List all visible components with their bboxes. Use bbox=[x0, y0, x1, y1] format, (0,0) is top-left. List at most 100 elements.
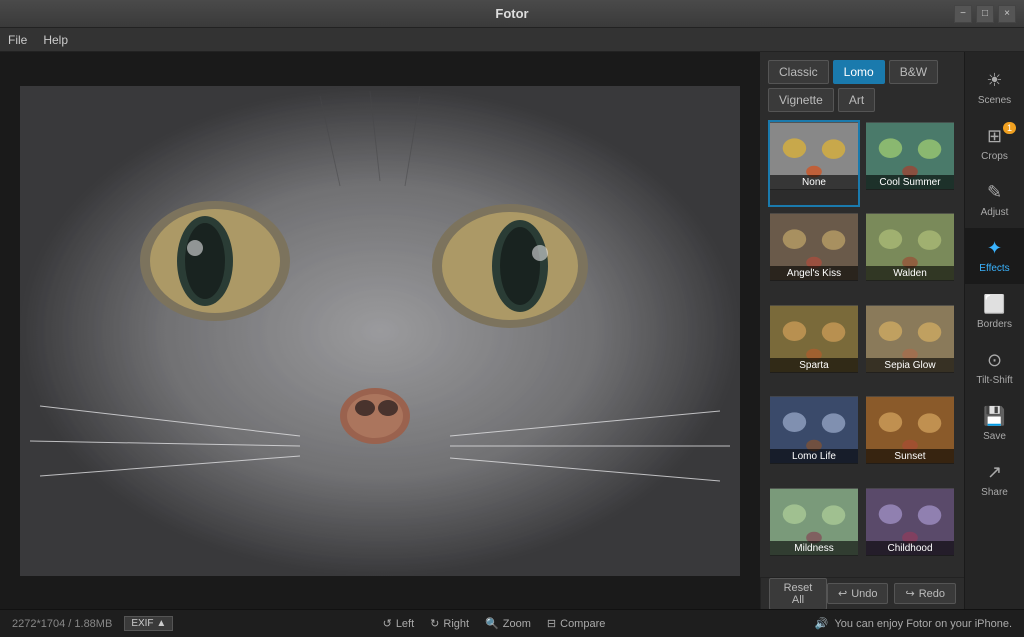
reset-all-button[interactable]: Reset All bbox=[769, 578, 827, 610]
tab-bw[interactable]: B&W bbox=[889, 60, 938, 84]
compare-button[interactable]: ⊟ Compare bbox=[547, 617, 605, 630]
filter-label-mildness: Mildness bbox=[770, 541, 858, 556]
filter-tab-row2: Vignette Art bbox=[760, 88, 964, 116]
compare-icon: ⊟ bbox=[547, 617, 556, 630]
menu-file[interactable]: File bbox=[8, 33, 27, 47]
status-bar: 2272*1704 / 1.88MB EXIF ▲ ↺ Left ↻ Right… bbox=[0, 609, 1024, 637]
effects-label: Effects bbox=[979, 263, 1009, 274]
tab-lomo[interactable]: Lomo bbox=[833, 60, 885, 84]
restore-button[interactable]: □ bbox=[976, 5, 994, 23]
redo-icon: ↪ bbox=[905, 587, 914, 600]
effects-icon: ✦ bbox=[987, 238, 1002, 259]
status-left: 2272*1704 / 1.88MB EXIF ▲ bbox=[12, 616, 173, 631]
filter-thumb-childhood: Childhood bbox=[866, 488, 954, 556]
filter-mildness[interactable]: Mildness bbox=[768, 486, 860, 573]
toolbar-save[interactable]: 💾 Save bbox=[965, 396, 1024, 452]
filter-thumb-sepia: Sepia Glow bbox=[866, 305, 954, 373]
scenes-icon: ☀ bbox=[986, 70, 1002, 91]
title-controls: − □ × bbox=[954, 5, 1016, 23]
toolbar-tilt-shift[interactable]: ⊙ Tilt-Shift bbox=[965, 340, 1024, 396]
status-controls: ↺ Left ↻ Right 🔍 Zoom ⊟ Compare bbox=[383, 617, 606, 630]
filter-cool-summer[interactable]: Cool Summer bbox=[864, 120, 956, 207]
filter-label-sparta: Sparta bbox=[770, 358, 858, 373]
left-content bbox=[0, 52, 759, 609]
borders-label: Borders bbox=[977, 319, 1012, 330]
filter-sunset[interactable]: Sunset bbox=[864, 394, 956, 481]
filter-grid: None Cool Summer Angel bbox=[760, 116, 964, 577]
close-button[interactable]: × bbox=[998, 5, 1016, 23]
tilt-shift-label: Tilt-Shift bbox=[976, 375, 1012, 386]
undo-redo-group: ↩ Undo ↪ Redo bbox=[827, 583, 956, 604]
status-right: 🔊 You can enjoy Fotor on your iPhone. bbox=[815, 617, 1012, 630]
rotate-right-button[interactable]: ↻ Right bbox=[430, 617, 469, 630]
toolbar-crops[interactable]: ⊞ Crops 1 bbox=[965, 116, 1024, 172]
toolbar-effects[interactable]: ✦ Effects bbox=[965, 228, 1024, 284]
save-label: Save bbox=[983, 431, 1006, 442]
rotate-left-button[interactable]: ↺ Left bbox=[383, 617, 415, 630]
filter-tab-row1: Classic Lomo B&W bbox=[760, 52, 964, 88]
filter-sparta[interactable]: Sparta bbox=[768, 303, 860, 390]
tab-vignette[interactable]: Vignette bbox=[768, 88, 834, 112]
image-canvas bbox=[20, 86, 740, 576]
filter-thumb-sunset: Sunset bbox=[866, 396, 954, 464]
app-container: Fotor − □ × File Help bbox=[0, 0, 1024, 637]
adjust-label: Adjust bbox=[981, 207, 1009, 218]
filter-sepia-glow[interactable]: Sepia Glow bbox=[864, 303, 956, 390]
toolbar-share[interactable]: ↗ Share bbox=[965, 452, 1024, 508]
menu-help[interactable]: Help bbox=[43, 33, 68, 47]
filter-label-sunset: Sunset bbox=[866, 449, 954, 464]
filter-childhood[interactable]: Childhood bbox=[864, 486, 956, 573]
filter-thumb-cool: Cool Summer bbox=[866, 122, 954, 190]
compare-label: Compare bbox=[560, 618, 605, 630]
left-label: Left bbox=[396, 618, 414, 630]
image-dimensions: 2272*1704 / 1.88MB bbox=[12, 618, 112, 630]
filter-thumb-none: None bbox=[770, 122, 858, 190]
action-bar: Reset All ↩ Undo ↪ Redo bbox=[760, 577, 964, 609]
exif-button[interactable]: EXIF ▲ bbox=[124, 616, 173, 631]
right-label: Right bbox=[443, 618, 469, 630]
right-side: Classic Lomo B&W Vignette Art None bbox=[759, 52, 1024, 609]
filter-label-sepia: Sepia Glow bbox=[866, 358, 954, 373]
filter-label-cool: Cool Summer bbox=[866, 175, 954, 190]
undo-icon: ↩ bbox=[838, 587, 847, 600]
canvas-area bbox=[0, 52, 759, 609]
crops-badge: 1 bbox=[1003, 122, 1016, 134]
minimize-button[interactable]: − bbox=[954, 5, 972, 23]
filter-lomo-life[interactable]: Lomo Life bbox=[768, 394, 860, 481]
zoom-label: Zoom bbox=[503, 618, 531, 630]
toolbar-scenes[interactable]: ☀ Scenes bbox=[965, 60, 1024, 116]
borders-icon: ⬜ bbox=[983, 294, 1005, 315]
tab-classic[interactable]: Classic bbox=[768, 60, 829, 84]
toolbar-borders[interactable]: ⬜ Borders bbox=[965, 284, 1024, 340]
share-icon: ↗ bbox=[987, 462, 1002, 483]
redo-button[interactable]: ↪ Redo bbox=[894, 583, 956, 604]
rotate-left-icon: ↺ bbox=[383, 617, 392, 630]
tab-art[interactable]: Art bbox=[838, 88, 875, 112]
filter-angels-kiss[interactable]: Angel's Kiss bbox=[768, 211, 860, 298]
filter-none[interactable]: None bbox=[768, 120, 860, 207]
filter-thumb-mildness: Mildness bbox=[770, 488, 858, 556]
filter-label-lomo: Lomo Life bbox=[770, 449, 858, 464]
scenes-label: Scenes bbox=[978, 95, 1011, 106]
filter-label-angel: Angel's Kiss bbox=[770, 266, 858, 281]
zoom-icon: 🔍 bbox=[485, 617, 499, 630]
menu-bar: File Help bbox=[0, 28, 1024, 52]
cat-photo bbox=[20, 86, 740, 576]
content-row: Classic Lomo B&W Vignette Art None bbox=[0, 52, 1024, 609]
redo-label: Redo bbox=[919, 588, 945, 600]
filter-walden[interactable]: Walden bbox=[864, 211, 956, 298]
undo-label: Undo bbox=[851, 588, 877, 600]
cat-svg bbox=[20, 86, 740, 576]
toolbar-adjust[interactable]: ✎ Adjust bbox=[965, 172, 1024, 228]
tilt-shift-icon: ⊙ bbox=[987, 350, 1002, 371]
filter-label-walden: Walden bbox=[866, 266, 954, 281]
status-message: You can enjoy Fotor on your iPhone. bbox=[834, 618, 1012, 630]
filter-thumb-angel: Angel's Kiss bbox=[770, 213, 858, 281]
far-right-toolbar: ☀ Scenes ⊞ Crops 1 ✎ Adjust ✦ Effects bbox=[964, 52, 1024, 609]
undo-button[interactable]: ↩ Undo bbox=[827, 583, 889, 604]
filter-label-none: None bbox=[770, 175, 858, 190]
rotate-right-icon: ↻ bbox=[430, 617, 439, 630]
zoom-button[interactable]: 🔍 Zoom bbox=[485, 617, 531, 630]
filter-thumb-lomo: Lomo Life bbox=[770, 396, 858, 464]
filter-label-childhood: Childhood bbox=[866, 541, 954, 556]
